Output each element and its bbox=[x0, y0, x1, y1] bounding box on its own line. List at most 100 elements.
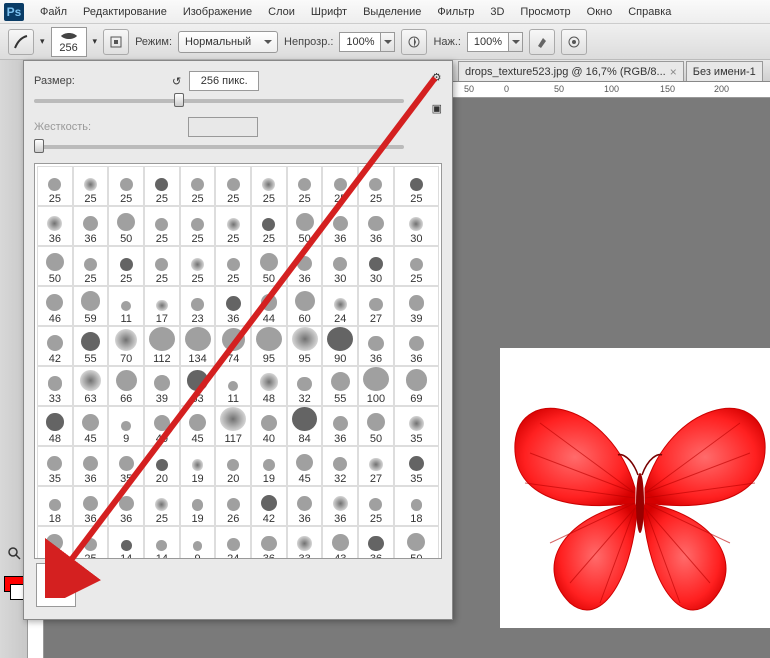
brush-preset-cell[interactable]: 25 bbox=[215, 246, 251, 286]
brush-preset-cell[interactable]: 36 bbox=[322, 486, 358, 526]
brush-preset-cell[interactable]: 90 bbox=[322, 326, 358, 366]
brush-preset-cell[interactable]: 25 bbox=[144, 486, 180, 526]
brush-preset-cell[interactable]: 25 bbox=[251, 166, 287, 206]
menu-window[interactable]: Окно bbox=[579, 3, 621, 21]
brush-preset-cell[interactable]: 48 bbox=[251, 366, 287, 406]
brush-preset-cell[interactable]: 117 bbox=[215, 406, 251, 446]
tool-slot[interactable] bbox=[2, 158, 26, 180]
brush-preset-cell[interactable]: 25 bbox=[358, 486, 394, 526]
brush-preset-cell[interactable]: 40 bbox=[251, 406, 287, 446]
brush-preset-cell[interactable]: 36 bbox=[287, 246, 323, 286]
tool-slot[interactable] bbox=[2, 470, 26, 492]
gear-icon[interactable]: ⚙ bbox=[432, 71, 442, 84]
brush-preset-cell[interactable]: 25 bbox=[215, 166, 251, 206]
flow-input[interactable]: 100% bbox=[467, 32, 509, 52]
tool-slot[interactable] bbox=[2, 182, 26, 204]
selected-brush-preview[interactable]: 256 bbox=[36, 563, 76, 607]
brush-preset-cell[interactable]: 25 bbox=[394, 166, 439, 206]
brush-preset-cell[interactable]: 11 bbox=[215, 366, 251, 406]
brush-preset-cell[interactable]: 35 bbox=[37, 446, 73, 486]
menu-edit[interactable]: Редактирование bbox=[75, 3, 175, 21]
brush-preset-cell[interactable]: 30 bbox=[394, 206, 439, 246]
brush-preset-cell[interactable]: 95 bbox=[251, 326, 287, 366]
menu-3d[interactable]: 3D bbox=[482, 3, 512, 21]
airbrush-icon[interactable] bbox=[529, 29, 555, 55]
brush-preset-cell[interactable]: 36 bbox=[73, 206, 109, 246]
brush-preset-cell[interactable]: 25 bbox=[144, 246, 180, 286]
brush-preset-cell[interactable]: 17 bbox=[144, 286, 180, 326]
brush-preset-cell[interactable]: 14 bbox=[144, 526, 180, 559]
hardness-input[interactable] bbox=[188, 117, 258, 137]
document-tab[interactable]: drops_texture523.jpg @ 16,7% (RGB/8...× bbox=[458, 61, 684, 81]
tool-slot[interactable] bbox=[2, 326, 26, 348]
brush-preset-cell[interactable]: 36 bbox=[322, 206, 358, 246]
brush-preset-cell[interactable]: 9 bbox=[180, 526, 216, 559]
brush-preset-cell[interactable]: 9 bbox=[108, 406, 144, 446]
size-input[interactable]: 256 пикс. bbox=[189, 71, 259, 91]
brush-preset-cell[interactable]: 43 bbox=[322, 526, 358, 559]
brush-preset-cell[interactable]: 100 bbox=[358, 366, 394, 406]
brush-panel-toggle[interactable] bbox=[103, 29, 129, 55]
current-tool-icon[interactable] bbox=[8, 29, 34, 55]
brush-preset-cell[interactable]: 19 bbox=[180, 486, 216, 526]
brush-preset-cell[interactable]: 55 bbox=[322, 366, 358, 406]
brush-preset-cell[interactable]: 48 bbox=[37, 406, 73, 446]
brush-preset-cell[interactable]: 20 bbox=[144, 446, 180, 486]
brush-preset-cell[interactable]: 26 bbox=[215, 486, 251, 526]
tool-slot[interactable] bbox=[2, 254, 26, 276]
brush-preset-cell[interactable]: 19 bbox=[180, 446, 216, 486]
brush-preset-cell[interactable]: 74 bbox=[215, 326, 251, 366]
brush-preset-cell[interactable]: 25 bbox=[180, 246, 216, 286]
tool-slot[interactable] bbox=[2, 422, 26, 444]
tool-slot[interactable] bbox=[2, 398, 26, 420]
brush-preset-cell[interactable]: 36 bbox=[287, 486, 323, 526]
tool-slot[interactable] bbox=[2, 302, 26, 324]
brush-preset-cell[interactable]: 25 bbox=[73, 526, 109, 559]
brush-preset-cell[interactable]: 50 bbox=[287, 206, 323, 246]
brush-preset-cell[interactable]: 42 bbox=[251, 486, 287, 526]
menu-layers[interactable]: Слои bbox=[260, 3, 303, 21]
brush-preset-cell[interactable]: 70 bbox=[108, 326, 144, 366]
brush-preset-cell[interactable]: 32 bbox=[322, 446, 358, 486]
brush-preset-cell[interactable]: 35 bbox=[394, 446, 439, 486]
brush-preset-picker[interactable]: 256 bbox=[51, 27, 87, 57]
brush-preset-cell[interactable]: 66 bbox=[108, 366, 144, 406]
brush-preset-cell[interactable]: 59 bbox=[73, 286, 109, 326]
brush-preset-cell[interactable]: 44 bbox=[251, 286, 287, 326]
brush-preset-cell[interactable]: 27 bbox=[358, 286, 394, 326]
brush-preset-cell[interactable]: 63 bbox=[180, 366, 216, 406]
brush-preset-cell[interactable]: 112 bbox=[144, 326, 180, 366]
brush-preset-cell[interactable]: 11 bbox=[108, 286, 144, 326]
brush-preset-cell[interactable]: 27 bbox=[358, 446, 394, 486]
brush-preset-cell[interactable]: 55 bbox=[73, 326, 109, 366]
menu-type[interactable]: Шрифт bbox=[303, 3, 355, 21]
brush-preset-cell[interactable]: 50 bbox=[358, 406, 394, 446]
size-slider[interactable] bbox=[34, 99, 404, 103]
brush-preset-cell[interactable]: 30 bbox=[358, 246, 394, 286]
brush-preset-cell[interactable]: 25 bbox=[108, 246, 144, 286]
brush-preset-cell[interactable]: 33 bbox=[37, 366, 73, 406]
tool-slot[interactable] bbox=[2, 230, 26, 252]
brush-preset-cell[interactable]: 25 bbox=[358, 166, 394, 206]
brush-preset-cell[interactable]: 35 bbox=[394, 406, 439, 446]
brush-preset-cell[interactable]: 25 bbox=[394, 246, 439, 286]
brush-preset-cell[interactable]: 30 bbox=[322, 246, 358, 286]
flow-dropdown[interactable] bbox=[509, 32, 523, 52]
menu-filter[interactable]: Фильтр bbox=[429, 3, 482, 21]
new-preset-icon[interactable]: ▣ bbox=[432, 102, 442, 115]
brush-preset-cell[interactable]: 25 bbox=[144, 206, 180, 246]
brush-preset-cell[interactable]: 50 bbox=[108, 206, 144, 246]
brush-preset-cell[interactable]: 24 bbox=[215, 526, 251, 559]
brush-preset-cell[interactable]: 40 bbox=[144, 406, 180, 446]
brush-preset-cell[interactable]: 45 bbox=[180, 406, 216, 446]
brush-preset-cell[interactable]: 36 bbox=[37, 206, 73, 246]
brush-grid[interactable]: 2525252525252525252525363650252525255036… bbox=[34, 163, 442, 559]
brush-preset-cell[interactable]: 19 bbox=[251, 446, 287, 486]
brush-preset-cell[interactable]: 33 bbox=[287, 526, 323, 559]
brush-preset-cell[interactable]: 25 bbox=[322, 166, 358, 206]
tool-slot[interactable] bbox=[2, 374, 26, 396]
canvas-document[interactable] bbox=[500, 348, 770, 628]
brush-preset-cell[interactable]: 36 bbox=[358, 526, 394, 559]
brush-preset-cell[interactable]: 20 bbox=[215, 446, 251, 486]
brush-preset-cell[interactable]: 45 bbox=[73, 406, 109, 446]
